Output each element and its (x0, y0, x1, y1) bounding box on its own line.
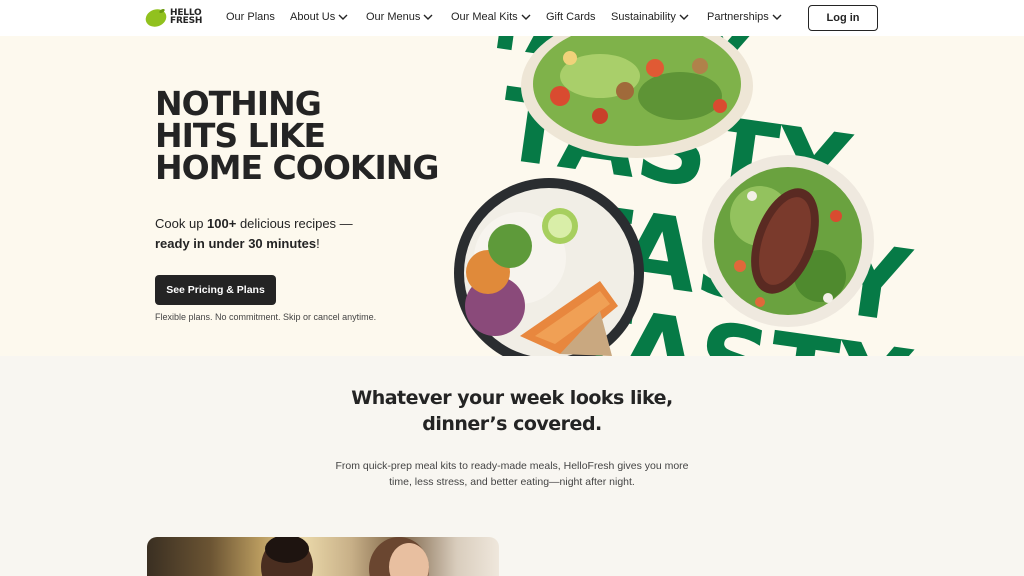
hero-subtitle: Cook up 100+ delicious recipes — ready i… (155, 214, 353, 254)
nav-our-menus[interactable]: Our Menus (366, 11, 434, 23)
section-title-line: dinner’s covered. (422, 413, 602, 435)
flexible-plans-note: Flexible plans. No commitment. Skip or c… (155, 312, 377, 322)
section-description-line: From quick-prep meal kits to ready-made … (335, 460, 689, 472)
chevron-down-icon (521, 14, 531, 20)
people-cooking-photo (147, 537, 499, 576)
hellofresh-logo[interactable]: HELLO FRESH (145, 7, 210, 27)
photo-people-illustration (261, 537, 429, 576)
section-title-line: Whatever your week looks like, (351, 387, 673, 409)
chevron-down-icon (679, 14, 689, 20)
sub-text: ! (316, 236, 320, 251)
chevron-down-icon (338, 14, 348, 20)
section-title: Whatever your week looks like, dinner’s … (0, 385, 1024, 437)
nav-partnerships[interactable]: Partnerships (707, 11, 783, 23)
steak-plate (702, 155, 874, 327)
logo-wordmark: HELLO FRESH (170, 8, 203, 26)
hero-food-illustration: TASTY TASTY TASTY TASTY (454, 36, 918, 356)
section-description: From quick-prep meal kits to ready-made … (0, 458, 1024, 490)
nav-about-us[interactable]: About Us (290, 11, 349, 23)
section-description-line: time, less stress, and better eating—nig… (389, 476, 635, 488)
sub-highlight: 100+ (207, 216, 237, 231)
sub-text: delicious recipes — (236, 216, 353, 231)
nav-sustainability[interactable]: Sustainability (611, 11, 690, 23)
sub-highlight: ready in under 30 minutes (155, 236, 317, 251)
nav-our-plans[interactable]: Our Plans (226, 11, 275, 23)
top-navigation: HELLO FRESH Our Plans About Us Our Menus… (0, 0, 1024, 36)
nav-our-meal-kits[interactable]: Our Meal Kits (451, 11, 532, 23)
see-pricing-plans-button[interactable]: See Pricing & Plans (155, 275, 276, 305)
hero-section: TASTY TASTY TASTY TASTY (0, 36, 1024, 356)
lime-logo-icon (145, 8, 167, 27)
login-button[interactable]: Log in (808, 5, 878, 31)
headline-line: HOME COOKING (155, 148, 439, 187)
hero-headline: NOTHING HITS LIKE HOME COOKING (155, 87, 439, 187)
sub-text: Cook up (155, 216, 208, 231)
chevron-down-icon (423, 14, 433, 20)
chevron-down-icon (772, 14, 782, 20)
nav-gift-cards[interactable]: Gift Cards (546, 11, 596, 23)
